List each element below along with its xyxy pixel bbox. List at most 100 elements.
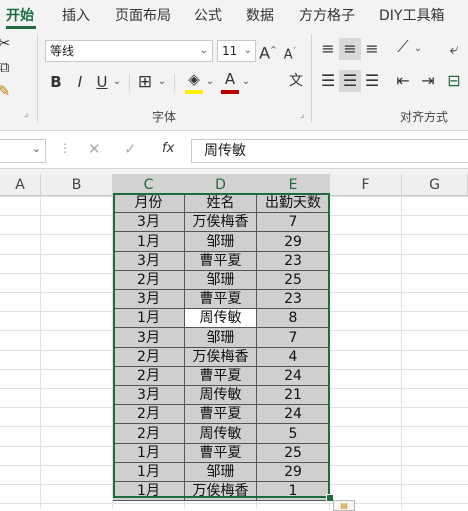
table-cell[interactable]: 1月 [113, 309, 185, 328]
insert-function-button[interactable]: fx [162, 141, 174, 156]
table-cell[interactable]: 邹珊 [185, 232, 257, 252]
table-cell[interactable]: 邹珊 [185, 328, 257, 348]
table-cell[interactable]: 曹平夏 [185, 290, 257, 309]
tab-formulas[interactable]: 公式 [194, 5, 222, 25]
table-cell[interactable]: 曹平夏 [185, 444, 257, 463]
merge-center-icon[interactable]: ⊟ [444, 70, 464, 92]
orientation-dropdown-icon[interactable]: ⌄ [412, 38, 424, 60]
table-cell[interactable]: 2月 [113, 348, 185, 367]
table-cell[interactable]: 邹珊 [185, 271, 257, 290]
table-cell[interactable]: 邹珊 [185, 463, 257, 482]
column-header-a[interactable]: A [0, 174, 41, 196]
table-cell[interactable]: 曹平夏 [185, 405, 257, 424]
table-cell[interactable]: 24 [257, 367, 330, 386]
quick-analysis-icon[interactable]: ▤ [333, 500, 355, 511]
bold-button[interactable]: B [47, 71, 65, 93]
table-cell[interactable]: 万俟梅香 [185, 348, 257, 367]
column-header-g[interactable]: G [402, 174, 468, 196]
table-cell[interactable]: 23 [257, 252, 330, 271]
table-cell[interactable]: 25 [257, 444, 330, 463]
table-cell[interactable]: 25 [257, 271, 330, 290]
table-header-cell[interactable]: 姓名 [185, 194, 257, 213]
table-cell[interactable]: 1月 [113, 232, 185, 252]
column-header-b[interactable]: B [41, 174, 113, 196]
tab-fangfang[interactable]: 方方格子 [299, 5, 355, 25]
table-cell[interactable]: 3月 [113, 252, 185, 271]
table-cell[interactable]: 3月 [113, 290, 185, 309]
font-name-select[interactable]: 等线 ⌄ [45, 40, 213, 62]
table-cell[interactable]: 曹平夏 [185, 252, 257, 271]
increase-indent-icon[interactable]: ⇥ [417, 70, 439, 92]
font-color-button[interactable]: A [221, 68, 239, 90]
column-header-c[interactable]: C [113, 174, 185, 196]
wrap-text-icon[interactable]: ⤶ [444, 38, 464, 60]
table-header-cell[interactable]: 月份 [113, 194, 185, 213]
column-header-e[interactable]: E [257, 174, 330, 196]
table-cell[interactable]: 周传敏 [185, 424, 257, 444]
table-cell[interactable]: 曹平夏 [185, 367, 257, 386]
decrease-font-size-button[interactable]: Aˇ [281, 40, 299, 66]
table-cell[interactable]: 1月 [113, 444, 185, 463]
table-cell[interactable]: 8 [257, 309, 330, 328]
copy-icon[interactable]: ⧉ [0, 56, 11, 78]
table-cell[interactable]: 4 [257, 348, 330, 367]
tab-home[interactable]: 开始 [6, 5, 34, 25]
fill-color-icon[interactable]: ◈ [184, 68, 204, 90]
table-cell[interactable]: 7 [257, 213, 330, 232]
table-cell[interactable]: 3月 [113, 213, 185, 232]
table-cell[interactable]: 5 [257, 424, 330, 444]
cut-icon[interactable]: ✂ [0, 32, 11, 54]
table-cell[interactable]: 21 [257, 386, 330, 405]
table-cell[interactable]: 3月 [113, 386, 185, 405]
table-cell[interactable]: 1 [257, 482, 330, 501]
orientation-icon[interactable]: ⟋ [392, 36, 414, 58]
align-bottom-icon[interactable]: ≡ [362, 38, 382, 60]
borders-dropdown-icon[interactable]: ⌄ [156, 71, 168, 93]
underline-dropdown-icon[interactable]: ⌄ [111, 71, 123, 93]
font-color-dropdown-icon[interactable]: ⌄ [240, 71, 252, 93]
align-left-icon[interactable]: ☰ [318, 70, 338, 92]
table-cell[interactable]: 29 [257, 463, 330, 482]
table-cell[interactable]: 3月 [113, 328, 185, 348]
format-painter-icon[interactable]: ✎ [0, 80, 11, 102]
align-center-icon[interactable]: ☰ [339, 70, 361, 92]
formula-bar-grip-icon[interactable]: ⋮ [59, 141, 71, 155]
align-middle-icon[interactable]: ≡ [339, 38, 361, 60]
table-cell[interactable]: 周传敏 [185, 386, 257, 405]
table-cell[interactable]: 2月 [113, 271, 185, 290]
table-cell[interactable]: 29 [257, 232, 330, 252]
align-right-icon[interactable]: ☰ [362, 70, 382, 92]
italic-button[interactable]: I [71, 71, 89, 93]
table-cell[interactable]: 23 [257, 290, 330, 309]
formula-input[interactable]: 周传敏 [191, 139, 468, 163]
table-cell[interactable]: 万俟梅香 [185, 482, 257, 501]
column-header-d[interactable]: D [185, 174, 257, 196]
table-cell[interactable]: 7 [257, 328, 330, 348]
tab-diy-toolbox[interactable]: DIY工具箱 [379, 5, 444, 25]
table-cell[interactable]: 2月 [113, 367, 185, 386]
align-top-icon[interactable]: ≡ [318, 38, 338, 60]
table-cell[interactable]: 1月 [113, 482, 185, 501]
phonetic-icon[interactable]: 文 [287, 70, 305, 92]
increase-font-size-button[interactable]: A^ [259, 39, 277, 64]
table-cell[interactable]: 2月 [113, 405, 185, 424]
font-size-select[interactable]: 11 ⌄ [217, 40, 256, 62]
chevron-down-icon[interactable]: ⌄ [32, 142, 41, 155]
table-cell[interactable]: 24 [257, 405, 330, 424]
underline-button[interactable]: U [93, 71, 111, 93]
cancel-icon[interactable]: ✕ [88, 140, 101, 158]
table-header-cell[interactable]: 出勤天数 [257, 194, 330, 213]
decrease-indent-icon[interactable]: ⇤ [392, 70, 414, 92]
table-cell[interactable]: 1月 [113, 463, 185, 482]
clipboard-launcher-icon[interactable]: ⌟ [24, 109, 28, 119]
tab-page-layout[interactable]: 页面布局 [115, 5, 171, 25]
borders-icon[interactable]: ⊞ [134, 71, 156, 93]
table-cell[interactable]: 万俟梅香 [185, 213, 257, 232]
fill-color-dropdown-icon[interactable]: ⌄ [204, 71, 216, 93]
table-cell[interactable]: 2月 [113, 424, 185, 444]
name-box[interactable]: ⌄ [0, 139, 46, 163]
tab-insert[interactable]: 插入 [62, 5, 90, 25]
tab-data[interactable]: 数据 [246, 5, 274, 25]
font-launcher-icon[interactable]: ⌟ [300, 110, 304, 120]
enter-check-icon[interactable]: ✓ [124, 140, 137, 158]
